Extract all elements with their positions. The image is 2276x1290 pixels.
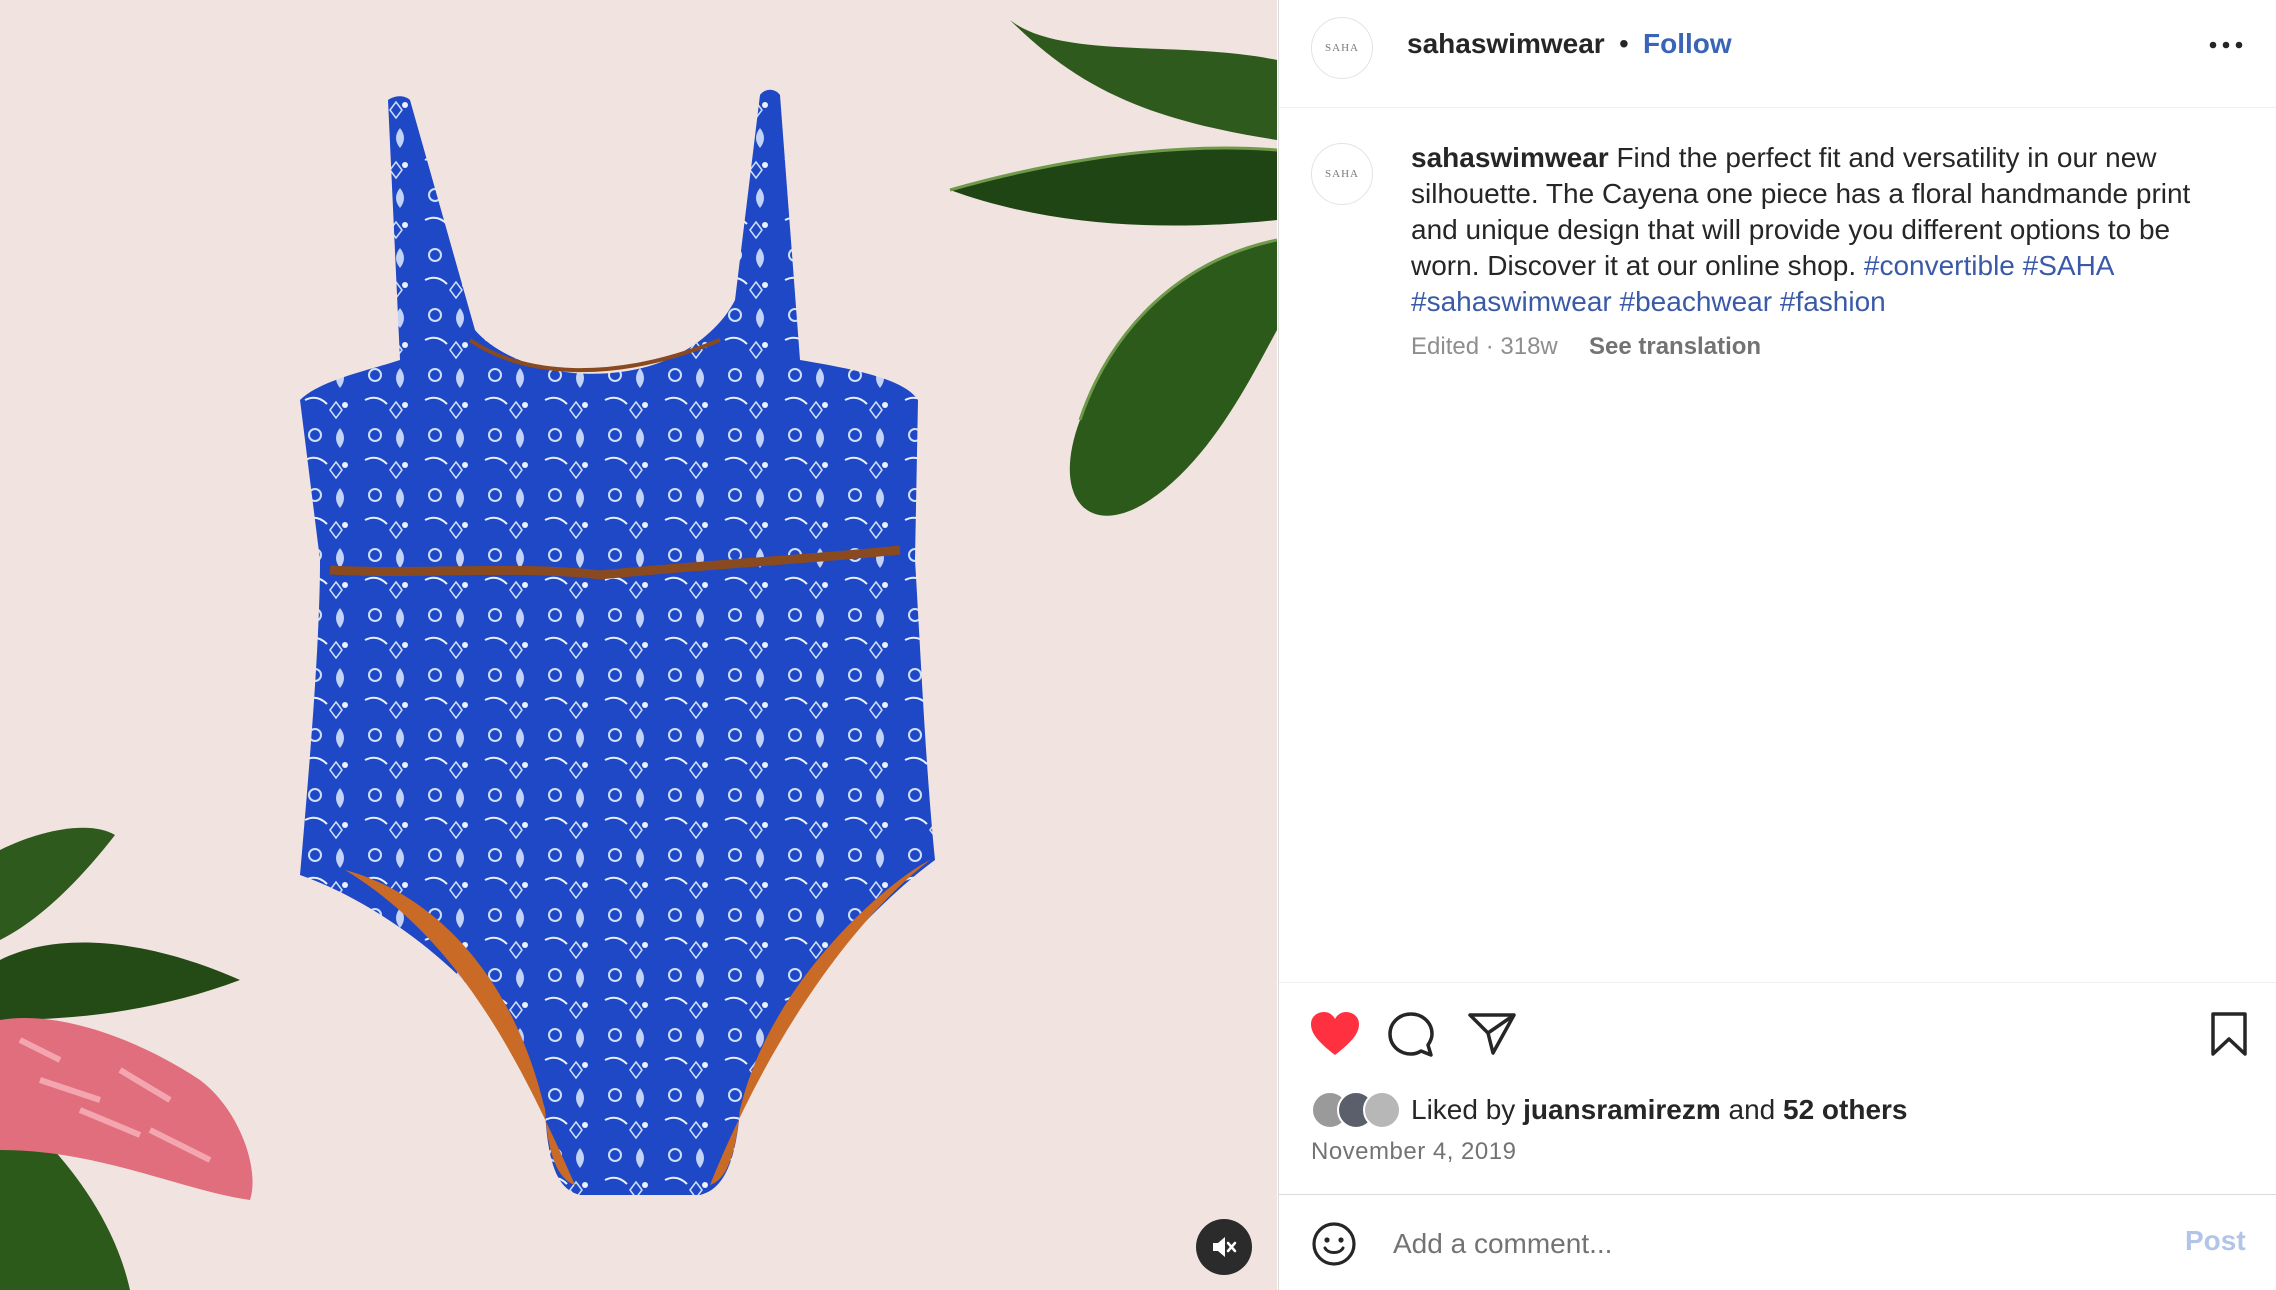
more-options-button[interactable] (2201, 20, 2251, 70)
follow-button[interactable]: Follow (1643, 28, 1732, 60)
account-avatar[interactable]: SAHA (1311, 17, 1373, 79)
likes-summary: Liked by juansramirezm and 52 others (1311, 1090, 1908, 1130)
share-button[interactable] (1467, 1011, 1517, 1062)
avatar-logo-text: SAHA (1325, 168, 1359, 180)
likes-and-label: and (1728, 1094, 1776, 1125)
mute-toggle-button[interactable] (1196, 1219, 1252, 1275)
caption-username-link[interactable]: sahaswimwear (1411, 142, 1609, 173)
bookmark-icon (2211, 1012, 2247, 1056)
swimsuit (300, 89, 935, 1195)
hashtag-link[interactable]: #convertible (1864, 250, 2015, 281)
post-media[interactable] (0, 0, 1277, 1290)
post-date[interactable]: November 4, 2019 (1311, 1138, 1516, 1166)
caption-avatar[interactable]: SAHA (1311, 143, 1373, 205)
save-button[interactable] (2209, 1011, 2249, 1062)
like-button[interactable] (1309, 1011, 1361, 1062)
liked-by-user-link[interactable]: juansramirezm (1523, 1094, 1721, 1125)
post-sidebar: SAHA sahaswimwear • Follow SAHA sahaswim… (1278, 0, 2276, 1290)
avatar-logo-text: SAHA (1325, 42, 1359, 54)
account-username-link[interactable]: sahaswimwear (1407, 28, 1605, 60)
likes-count-link[interactable]: 52 others (1783, 1094, 1908, 1125)
emoji-icon (1312, 1222, 1356, 1266)
comment-icon (1388, 1012, 1434, 1057)
separator-dot: • (1619, 28, 1629, 59)
more-options-icon (2209, 41, 2243, 49)
post-comment-button[interactable]: Post (2185, 1225, 2246, 1257)
swimsuit-photo (0, 20, 1277, 1290)
post-header: SAHA sahaswimwear • Follow (1279, 0, 2276, 108)
hashtag-link[interactable]: #SAHA (2023, 250, 2113, 281)
heart-icon (1311, 1012, 1359, 1055)
post-caption: sahaswimwear Find the perfect fit and ve… (1411, 140, 2241, 320)
leaf-top-right (949, 20, 1277, 516)
comment-button[interactable] (1387, 1011, 1435, 1064)
share-icon (1468, 1013, 1516, 1055)
see-translation-button[interactable]: See translation (1589, 333, 1761, 361)
liked-by-label: Liked by (1411, 1094, 1516, 1125)
emoji-button[interactable] (1311, 1221, 1357, 1272)
comment-bar: Post (1279, 1194, 2276, 1290)
liker-avatar[interactable] (1363, 1091, 1401, 1129)
speaker-muted-icon (1213, 1237, 1237, 1257)
comment-input[interactable] (1391, 1217, 2095, 1271)
likes-text: Liked by juansramirezm and 52 others (1411, 1094, 1908, 1126)
hashtag-link[interactable]: #sahaswimwear (1411, 286, 1612, 317)
hashtag-link[interactable]: #fashion (1780, 286, 1886, 317)
post-meta: Edited · 318w (1411, 333, 1558, 360)
hashtag-link[interactable]: #beachwear (1620, 286, 1773, 317)
